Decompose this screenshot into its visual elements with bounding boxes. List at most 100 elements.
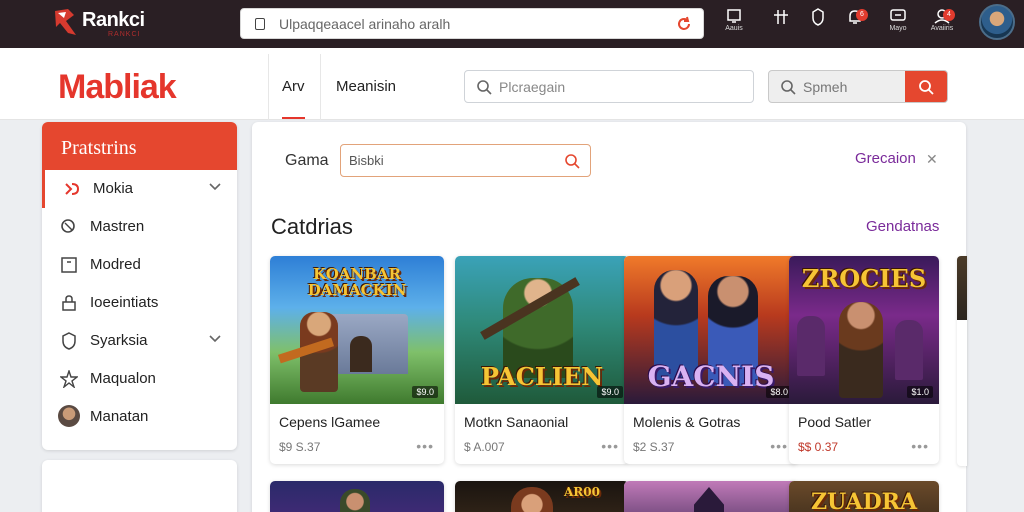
search-placeholder: Plcraegain	[499, 79, 566, 95]
game-card-title: Motkn Sanaonial	[464, 414, 569, 430]
more-icon[interactable]: •••	[601, 439, 619, 453]
search-icon	[477, 80, 492, 95]
game-label: Gama	[285, 152, 329, 169]
sidebar-item-syarksia[interactable]: Syarksia	[42, 322, 237, 360]
sidebar-item-ioeeintiats[interactable]: Ioeeintiats	[42, 284, 237, 322]
game-card[interactable]: KOANBAR DAMACKIN $9.0 Cepens lGamee $9 S…	[270, 256, 444, 464]
action-link[interactable]: Grecaion	[855, 150, 916, 167]
user-icon-label: Avaiiris	[930, 25, 954, 32]
bell-badge: 6	[856, 9, 868, 21]
chat-icon-label: Mayo	[889, 25, 907, 32]
section-title: Catdrias	[271, 214, 353, 239]
game-card-image	[270, 481, 444, 512]
header-divider	[268, 54, 269, 120]
sidebar-item-label: Syarksia	[90, 332, 148, 349]
sidebar-item-manatan[interactable]: Manatan	[42, 398, 237, 436]
game-card[interactable]: ZROCIES $1.0 Pood Satler $$ 0.37 •••	[789, 256, 939, 464]
price-tag: $1.0	[907, 386, 933, 398]
user-icon[interactable]: 4 Avaiiris	[927, 8, 957, 40]
close-icon[interactable]: ✕	[926, 151, 938, 168]
browser-top-bar: Rankci RANKCI Ulpaqqeaacel arinaho aralh…	[0, 0, 1024, 48]
price-tag: $9.0	[597, 386, 623, 398]
topbar-brand-sub: RANKCI	[108, 31, 141, 38]
game-card-price: $9 S.37	[279, 440, 321, 454]
shield-icon	[62, 332, 76, 350]
avatar[interactable]	[979, 4, 1015, 40]
search-input[interactable]: Plcraegain	[464, 70, 754, 103]
game-card-image: KOANBAR DAMACKIN $9.0	[270, 256, 444, 404]
game-card[interactable]: PACLIEN $9.0 Motkn Sanaonial $ A.007 •••	[455, 256, 629, 464]
box-icon[interactable]: Aauis	[719, 8, 749, 40]
game-card-art-title: AR00	[564, 485, 600, 499]
square-icon	[61, 257, 77, 273]
search-button[interactable]	[905, 71, 947, 102]
sidebar-item-label: Mokia	[93, 180, 134, 197]
section-link[interactable]: Gendatnas	[866, 218, 939, 235]
search-icon	[61, 219, 75, 233]
more-icon[interactable]: •••	[911, 439, 929, 453]
site-header: Mabliak Arv Meanisin Plcraegain Spmeh	[0, 48, 1024, 120]
lock-icon	[62, 295, 76, 311]
sidebar-secondary-panel	[42, 460, 237, 512]
game-card-title: Cepens lGamee	[279, 414, 381, 430]
sidebar-item-mokia[interactable]: Mokia	[42, 170, 237, 208]
more-icon[interactable]: •••	[416, 439, 434, 453]
sidebar-item-label: Mastren	[90, 218, 145, 235]
topbar-brand[interactable]: Rankci	[82, 9, 145, 32]
tab-meanisin[interactable]: Meanisin	[336, 78, 396, 95]
sidebar-item-label: Maqualon	[90, 370, 156, 387]
game-card-art-title: ZUADRA	[810, 489, 918, 512]
game-card[interactable]: ZUADRA	[789, 481, 939, 512]
sidebar-item-label: Manatan	[90, 408, 149, 425]
more-icon[interactable]: •••	[770, 439, 788, 453]
chat-icon[interactable]: Mayo	[883, 8, 913, 40]
gamepad-icon	[65, 183, 80, 195]
game-search-value: Bisbki	[349, 153, 384, 168]
game-card-image: PACLIEN $9.0	[455, 256, 629, 404]
secondary-search-input[interactable]: Spmeh	[768, 70, 948, 103]
game-card[interactable]	[624, 481, 798, 512]
site-logo[interactable]: Mabliak	[58, 68, 177, 107]
game-card-image	[624, 481, 798, 512]
game-card-price: $2 S.37	[633, 440, 675, 454]
main-panel: Gama Bisbki Grecaion ✕ Catdrias Gendatna…	[252, 122, 966, 512]
secondary-search-placeholder: Spmeh	[803, 79, 848, 95]
sidebar-item-mastren[interactable]: Mastren	[42, 208, 237, 246]
game-card-image: ZROCIES $1.0	[789, 256, 939, 404]
game-card-title: Pood Satler	[798, 414, 872, 430]
game-card-art-title: KOANBAR DAMACKIN	[307, 265, 407, 299]
box-icon-label: Aauis	[725, 25, 743, 32]
game-card[interactable]: GACNIS $8.0 Molenis & Gotras $2 S.37 •••	[624, 256, 798, 464]
address-text[interactable]: Ulpaqqeaacel arinaho aralh	[279, 16, 450, 32]
rankci-logo-icon	[55, 9, 76, 35]
peek-card-image	[957, 256, 967, 320]
game-card[interactable]: AR00	[455, 481, 629, 512]
game-card-title: Molenis & Gotras	[633, 414, 741, 430]
user-badge: 4	[943, 9, 955, 21]
game-card-image: ZUADRA	[789, 481, 939, 512]
game-search-input[interactable]: Bisbki	[340, 144, 591, 177]
game-card-price: $ A.007	[464, 440, 505, 454]
address-bar[interactable]: Ulpaqqeaacel arinaho aralh	[240, 8, 704, 39]
price-tag: $9.0	[412, 386, 438, 398]
tab-arv[interactable]: Arv	[282, 78, 305, 119]
search-icon[interactable]	[564, 153, 580, 169]
sidebar-item-maqualon[interactable]: Maqualon	[42, 360, 237, 398]
sidebar-item-label: Ioeeintiats	[90, 294, 159, 311]
game-card-image: AR00	[455, 481, 629, 512]
star-icon	[60, 370, 78, 388]
shield-icon[interactable]	[803, 8, 833, 40]
avatar-icon	[58, 405, 80, 427]
game-card-art-title: ZROCIES	[801, 264, 927, 293]
carousel-next-peek[interactable]	[957, 256, 967, 466]
game-card-image: GACNIS $8.0	[624, 256, 798, 404]
sidebar-item-modred[interactable]: Modred	[42, 246, 237, 284]
chevron-down-icon[interactable]	[209, 335, 221, 343]
chevron-down-icon[interactable]	[209, 183, 221, 191]
sidebar: Pratstrins Mokia Mastren Modred Ioeeinti…	[42, 122, 237, 450]
sidebar-title: Pratstrins	[42, 122, 237, 170]
game-card[interactable]	[270, 481, 444, 512]
hash-icon[interactable]	[766, 8, 796, 40]
reload-icon[interactable]	[675, 15, 693, 33]
bell-icon[interactable]: 6	[840, 8, 870, 40]
